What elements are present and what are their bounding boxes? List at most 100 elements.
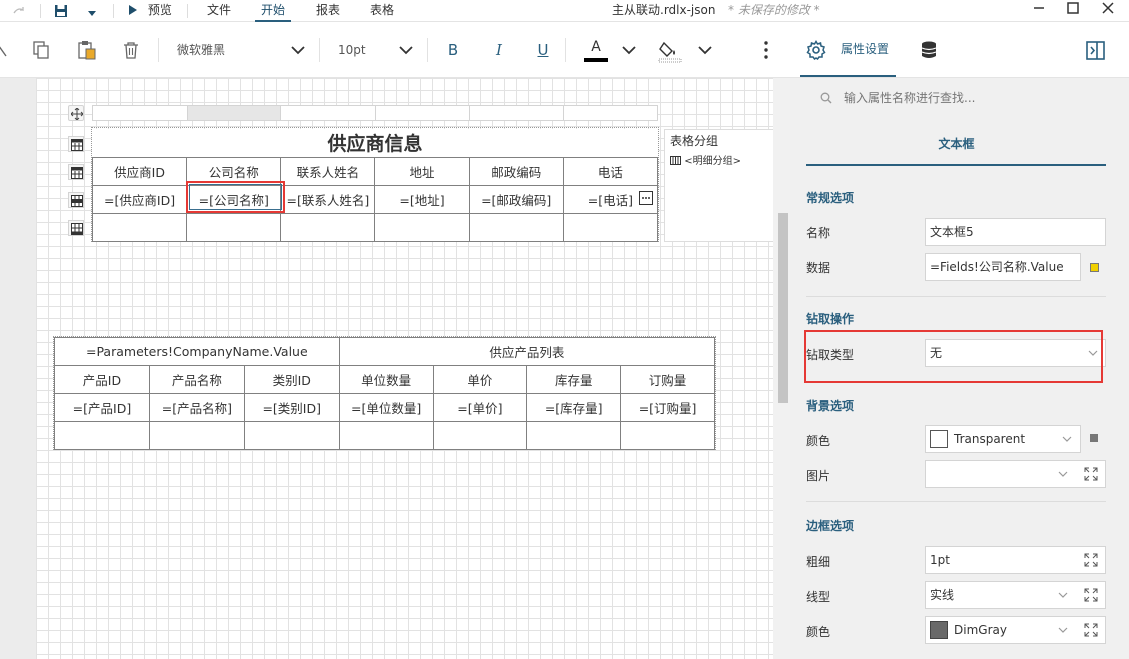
header-cell[interactable]: 订购量 [620, 365, 715, 394]
border-width-field[interactable]: 1pt [925, 546, 1106, 574]
header-cell[interactable]: 产品名称 [148, 365, 245, 394]
header-cell[interactable]: 库存量 [526, 365, 622, 394]
detail-cell[interactable]: =[订购量] [620, 393, 715, 422]
name-field[interactable]: 文本框5 [925, 218, 1106, 246]
underline-button[interactable]: U [534, 39, 552, 61]
chevron-down-icon[interactable] [621, 38, 637, 62]
supplier-table[interactable]: 供应商信息 供应商ID 公司名称 联系人姓名 地址 邮政编码 电话 =[供应商I… [91, 129, 659, 242]
footer-cell[interactable] [620, 421, 715, 450]
footer-cell[interactable] [338, 421, 434, 450]
row-handle-detail-icon[interactable] [68, 192, 84, 208]
footer-cell[interactable] [91, 212, 188, 242]
table-move-handle[interactable] [68, 105, 84, 121]
border-color-select[interactable]: DimGray [925, 616, 1106, 644]
search-input[interactable] [844, 88, 1094, 108]
header-cell[interactable]: 联系人姓名 [280, 156, 376, 186]
detail-cell[interactable]: =[联系人姓名] [280, 184, 376, 214]
design-canvas[interactable]: 供应商信息 供应商ID 公司名称 联系人姓名 地址 邮政编码 电话 =[供应商I… [0, 78, 790, 659]
cut-icon[interactable] [0, 40, 8, 60]
header-cell[interactable]: 电话 [562, 156, 659, 186]
redo-icon[interactable] [12, 4, 26, 18]
detail-cell[interactable]: =[产品名称] [148, 393, 245, 422]
expression-indicator[interactable] [1090, 263, 1099, 272]
fill-color-button[interactable] [657, 38, 683, 64]
header-cell[interactable]: 产品ID [54, 365, 150, 394]
detail-cell[interactable]: =[邮政编码] [468, 184, 564, 214]
footer-cell[interactable] [562, 212, 659, 242]
header-cell[interactable]: 地址 [374, 156, 470, 186]
font-size-select[interactable]: 10pt [338, 38, 388, 62]
footer-cell[interactable] [148, 421, 245, 450]
chevron-down-icon[interactable] [697, 38, 713, 62]
list-header-cell[interactable]: 供应产品列表 [338, 337, 716, 366]
detail-cell[interactable]: =[单位数量] [338, 393, 434, 422]
panel-toggle-icon[interactable] [1086, 41, 1105, 60]
column-handle-selected[interactable] [187, 106, 281, 120]
header-cell[interactable]: 类别ID [243, 365, 340, 394]
minimize-icon[interactable] [1030, 2, 1048, 20]
maximize-icon[interactable] [1064, 2, 1082, 20]
detail-cell[interactable]: =[类别ID] [243, 393, 340, 422]
paste-icon[interactable] [77, 40, 97, 60]
save-dropdown-icon[interactable] [87, 7, 97, 16]
chevron-down-icon[interactable] [398, 38, 414, 62]
cell-ellipsis-icon[interactable] [639, 191, 653, 205]
footer-cell[interactable] [54, 421, 150, 450]
row-handle-header-icon[interactable] [68, 136, 84, 152]
delete-icon[interactable] [121, 40, 141, 60]
supplier-table-title[interactable]: 供应商信息 [92, 129, 658, 158]
italic-button[interactable]: I [490, 39, 508, 61]
parameter-header-cell[interactable]: =Parameters!CompanyName.Value [54, 337, 340, 366]
tab-properties[interactable]: 属性设置 [800, 22, 896, 77]
footer-cell[interactable] [186, 212, 282, 242]
detail-cell[interactable]: =[供应商ID] [91, 184, 188, 214]
property-search[interactable] [806, 84, 1106, 112]
close-icon[interactable] [1099, 2, 1117, 20]
footer-cell[interactable] [468, 212, 564, 242]
data-field[interactable]: =Fields!公司名称.Value [925, 253, 1081, 281]
menu-table[interactable]: 表格 [370, 0, 394, 22]
footer-cell[interactable] [243, 421, 340, 450]
header-cell[interactable]: 邮政编码 [468, 156, 564, 186]
database-icon[interactable] [919, 40, 939, 60]
detail-cell[interactable]: =[地址] [374, 184, 470, 214]
column-handles[interactable] [92, 105, 658, 121]
chevron-down-icon[interactable] [290, 38, 306, 62]
expression-indicator[interactable] [1090, 434, 1098, 442]
name-label: 名称 [806, 226, 831, 240]
expand-icon [1084, 467, 1098, 481]
toolbar-separator [158, 38, 159, 62]
menu-report[interactable]: 报表 [316, 0, 340, 22]
more-options-icon[interactable] [758, 40, 774, 60]
bg-image-select[interactable] [925, 460, 1106, 488]
detail-group-item[interactable]: <明细分组> [670, 152, 741, 167]
detail-cell[interactable]: =[单价] [432, 393, 528, 422]
border-style-select[interactable]: 实线 [925, 581, 1106, 609]
header-cell[interactable]: 单位数量 [338, 365, 434, 394]
detail-cell[interactable]: =[产品ID] [54, 393, 150, 422]
menu-file[interactable]: 文件 [207, 0, 231, 22]
copy-icon[interactable] [31, 40, 51, 60]
row-handle-header-icon[interactable] [68, 164, 84, 180]
header-cell[interactable]: 单价 [432, 365, 528, 394]
header-cell[interactable]: 供应商ID [91, 156, 188, 186]
save-icon[interactable] [54, 4, 68, 18]
footer-cell[interactable] [374, 212, 470, 242]
footer-cell[interactable] [526, 421, 622, 450]
product-table[interactable]: =Parameters!CompanyName.Value 供应产品列表 产品I… [54, 337, 716, 450]
bg-color-select[interactable]: Transparent [925, 425, 1081, 453]
detail-cell[interactable]: =[库存量] [526, 393, 622, 422]
scrollbar-thumb[interactable] [778, 213, 788, 403]
menu-home[interactable]: 开始 [255, 0, 292, 22]
footer-cell[interactable] [280, 212, 376, 242]
footer-cell[interactable] [432, 421, 528, 450]
preview-label: 预览 [147, 3, 172, 17]
bold-button[interactable]: B [444, 39, 462, 61]
expand-icon [1084, 623, 1098, 637]
bg-color-label: 颜色 [806, 434, 831, 448]
row-handle-footer-icon[interactable] [68, 220, 84, 236]
bg-image-label: 图片 [806, 469, 831, 483]
font-color-button[interactable]: A [583, 38, 609, 64]
preview-button[interactable]: 预览 [128, 0, 172, 22]
font-family-select[interactable]: 微软雅黑 [177, 38, 287, 62]
